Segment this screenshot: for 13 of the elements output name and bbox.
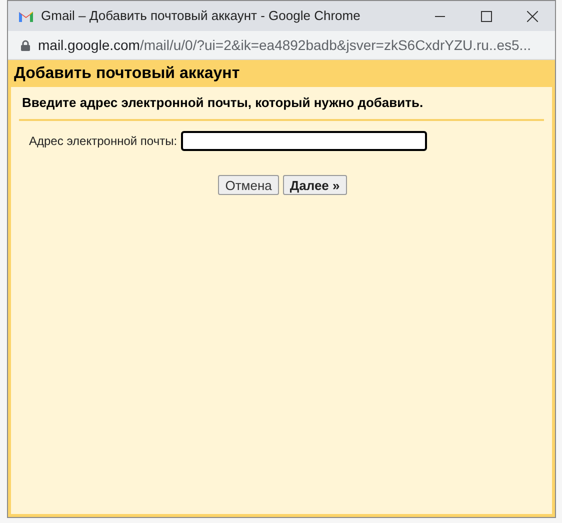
window-title: Gmail – Добавить почтовый аккаунт - Google Chrome bbox=[41, 7, 360, 26]
cancel-button[interactable]: Отмена bbox=[218, 174, 279, 194]
maximize-icon bbox=[480, 10, 492, 22]
instruction-text: Введите адрес электронной почты, который нужно добавить. bbox=[19, 87, 544, 120]
close-icon bbox=[526, 10, 538, 22]
lock-icon bbox=[21, 40, 30, 50]
url-text: mail.google.com/mail/u/0/?ui=2&ik=ea4892badb&jsver=zkS6CxdrYZU.ru..es5... bbox=[38, 36, 531, 55]
field-label: Адрес электронной почты: bbox=[29, 132, 178, 150]
email-input[interactable] bbox=[181, 130, 428, 150]
dialog-title: Добавить почтовый аккаунт bbox=[13, 64, 241, 84]
next-button[interactable]: Далее » bbox=[282, 174, 347, 194]
address-bar[interactable]: mail.google.com/mail/u/0/?ui=2&ik=ea4892badb&jsver=zkS6CxdrYZU.ru..es5... bbox=[8, 31, 555, 60]
mail-icon bbox=[18, 10, 34, 22]
